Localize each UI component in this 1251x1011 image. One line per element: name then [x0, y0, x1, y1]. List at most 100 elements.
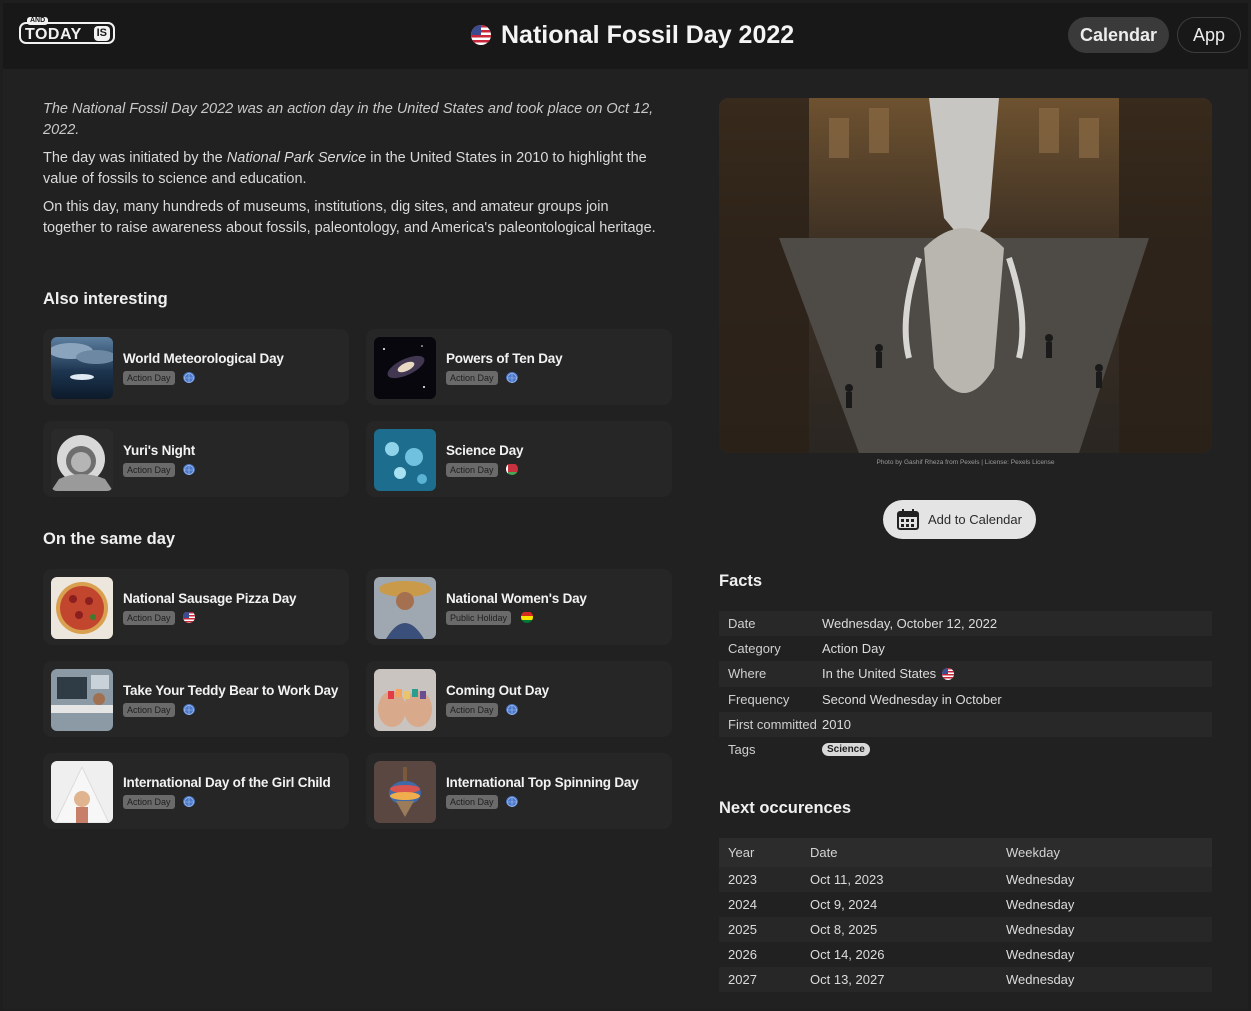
thumbnail-image — [374, 761, 436, 823]
world-globe-icon — [183, 371, 195, 383]
facts-row-date: Date Wednesday, October 12, 2022 — [719, 611, 1212, 637]
day-name: International Day of the Girl Child — [123, 775, 331, 790]
page-title-group: National Fossil Day 2022 — [471, 17, 794, 53]
day-name: International Top Spinning Day — [446, 775, 639, 790]
top-bar: TODAY IS AND National Fossil Day 2022 Ca… — [3, 3, 1248, 69]
table-row: 2024 Oct 9, 2024 Wednesday — [719, 892, 1212, 917]
world-globe-icon — [506, 795, 518, 807]
same-day-heading: On the same day — [43, 530, 176, 548]
day-card-national-sausage-pizza-day[interactable]: National Sausage Pizza Day Action Day — [43, 569, 349, 645]
world-globe-icon — [183, 795, 195, 807]
category-tag: Action Day — [446, 795, 498, 809]
year-cell: 2027 — [728, 972, 757, 987]
year-cell: 2024 — [728, 897, 757, 912]
fact-key: Where — [728, 666, 767, 682]
nav-calendar-button[interactable]: Calendar — [1068, 17, 1169, 53]
science-tag[interactable]: Science — [822, 743, 870, 757]
logo-and-text: AND — [27, 17, 49, 25]
world-globe-icon — [183, 463, 195, 475]
day-card-yuris-night[interactable]: Yuri's Night Action Day — [43, 421, 349, 497]
category-tag: Action Day — [446, 703, 498, 717]
day-name: National Women's Day — [446, 591, 587, 606]
fact-value: In the United States — [822, 666, 937, 682]
intro-origin-organization: National Park Service — [226, 150, 367, 166]
facts-row-where: Where In the United States — [719, 661, 1212, 687]
world-globe-icon — [506, 703, 518, 715]
bolivia-flag-icon — [521, 611, 533, 623]
fact-key: Category — [728, 641, 781, 657]
intro-text: The National Fossil Day 2022 was an acti… — [43, 99, 663, 246]
category-tag: Public Holiday — [446, 611, 512, 625]
day-card-national-womens-day[interactable]: National Women's Day Public Holiday — [366, 569, 672, 645]
facts-table: Date Wednesday, October 12, 2022 Categor… — [719, 611, 1212, 762]
thumbnail-image — [51, 577, 113, 639]
year-cell: 2026 — [728, 947, 757, 962]
intro-lead: The National Fossil Day 2022 was an acti… — [43, 101, 654, 138]
occurrences-heading: Next occurences — [719, 799, 852, 817]
date-cell: Oct 9, 2024 — [810, 897, 878, 912]
world-globe-icon — [183, 703, 195, 715]
category-tag: Action Day — [123, 463, 175, 477]
fact-key: Date — [728, 616, 756, 632]
fact-key: Tags — [728, 742, 756, 758]
day-card-take-your-teddy-bear-to-work-day[interactable]: Take Your Teddy Bear to Work Day Action … — [43, 661, 349, 737]
day-card-international-top-spinning-day[interactable]: International Top Spinning Day Action Da… — [366, 753, 672, 829]
facts-heading: Facts — [719, 572, 763, 590]
day-name: Powers of Ten Day — [446, 351, 563, 366]
date-cell: Oct 11, 2023 — [810, 872, 884, 887]
facts-row-tags: Tags Science — [719, 737, 1212, 762]
nav-app-button[interactable]: App — [1177, 17, 1241, 53]
day-card-international-day-of-the-girl-child[interactable]: International Day of the Girl Child Acti… — [43, 753, 349, 829]
day-card-powers-of-ten-day[interactable]: Powers of Ten Day Action Day — [366, 329, 672, 405]
event-photo — [719, 98, 1212, 453]
site-logo[interactable]: TODAY IS AND — [19, 17, 115, 45]
facts-row-first-committed: First committed 2010 — [719, 711, 1212, 737]
fact-value: 2010 — [822, 716, 851, 732]
day-card-coming-out-day[interactable]: Coming Out Day Action Day — [366, 661, 672, 737]
fact-value-where[interactable]: In the United States — [822, 666, 954, 681]
table-row: 2025 Oct 8, 2025 Wednesday — [719, 917, 1212, 942]
thumbnail-image — [51, 429, 113, 491]
occurrences-header-row: Year Date Weekday — [719, 838, 1212, 867]
column-header-date: Date — [810, 845, 838, 860]
weekday-cell: Wednesday — [1006, 872, 1075, 887]
category-tag: Action Day — [123, 371, 175, 385]
intro-origin-before: The day was initiated by the — [43, 150, 227, 166]
fact-key: First committed — [728, 716, 817, 732]
table-row: 2026 Oct 14, 2026 Wednesday — [719, 942, 1212, 967]
add-to-calendar-label: Add to Calendar — [928, 512, 1022, 527]
table-row: 2023 Oct 11, 2023 Wednesday — [719, 867, 1212, 892]
day-card-world-meteorological-day[interactable]: World Meteorological Day Action Day — [43, 329, 349, 405]
day-name: Take Your Teddy Bear to Work Day — [123, 683, 339, 698]
date-cell: Oct 13, 2027 — [810, 972, 885, 987]
facts-row-frequency: Frequency Second Wednesday in October — [719, 687, 1212, 712]
fact-value-tags: Science — [822, 743, 870, 757]
us-flag-icon — [942, 668, 954, 680]
day-name: Coming Out Day — [446, 683, 549, 698]
category-tag: Action Day — [123, 611, 175, 625]
fact-value: Wednesday, October 12, 2022 — [822, 616, 998, 632]
intro-paragraph-origin: The day was initiated by the National Pa… — [43, 148, 663, 189]
day-name: Science Day — [446, 443, 524, 458]
add-to-calendar-button[interactable]: Add to Calendar — [883, 500, 1036, 539]
also-interesting-heading: Also interesting — [43, 290, 168, 308]
world-globe-icon — [506, 371, 518, 383]
fact-value[interactable]: Action Day — [822, 641, 885, 656]
category-tag: Action Day — [123, 703, 175, 717]
us-flag-icon — [471, 25, 491, 45]
occurrences-body: 2023 Oct 11, 2023 Wednesday 2024 Oct 9, … — [719, 867, 1212, 992]
thumbnail-image — [374, 669, 436, 731]
calendar-icon — [897, 509, 920, 530]
fact-value: Second Wednesday in October — [822, 691, 1002, 707]
date-cell: Oct 8, 2025 — [810, 922, 878, 937]
thumbnail-image — [51, 337, 113, 399]
page: TODAY IS AND National Fossil Day 2022 Ca… — [3, 3, 1248, 1009]
thumbnail-image — [51, 761, 113, 823]
logo-frame: TODAY IS — [19, 22, 115, 44]
belarus-flag-icon — [506, 463, 518, 475]
fact-key: Frequency — [728, 691, 790, 707]
column-header-weekday: Weekday — [1006, 845, 1060, 860]
category-tag: Action Day — [446, 463, 498, 477]
day-card-science-day[interactable]: Science Day Action Day — [366, 421, 672, 497]
photo-credit[interactable]: Photo by Gashif Rheza from Pexels | Lice… — [719, 459, 1212, 466]
